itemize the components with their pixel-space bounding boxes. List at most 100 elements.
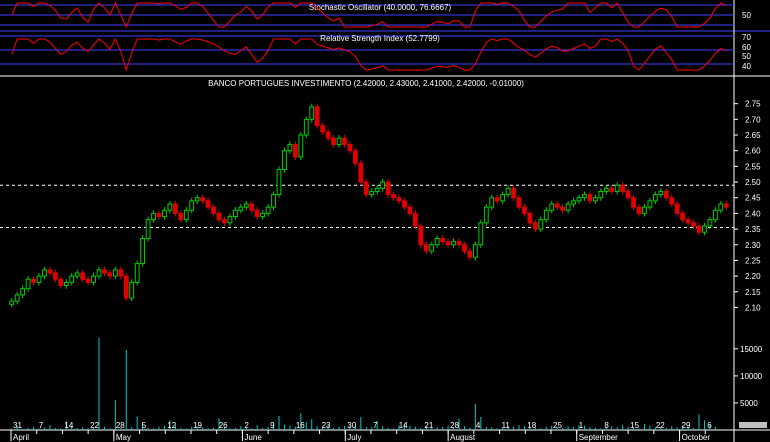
candle-up [571,200,576,205]
candle-up [336,137,342,145]
candle-down [156,212,162,218]
candle-down [363,181,369,196]
candle-down [418,225,424,246]
candle-up [194,197,200,202]
candle-up [434,237,440,246]
candle-down [107,272,113,277]
candle-down [52,272,58,280]
candle-down [325,131,331,139]
candle-down [352,150,358,164]
price-tick-label: 2.30 [745,241,761,250]
candle-up [549,203,555,211]
candle-down [118,269,124,277]
x-month-label: October [682,433,711,442]
candle-up [112,269,118,277]
candle-down [445,241,451,246]
price-tick-label: 2.60 [745,147,761,156]
x-month-label: June [244,433,262,442]
volume-tick-label: 5000 [740,399,758,408]
candle-up [543,209,549,221]
candle-down [31,278,36,283]
price-tick-label: 2.70 [745,115,761,124]
x-tick-label: 26 [219,421,228,430]
x-tick-label: 6 [707,421,712,430]
candle-up [472,244,478,258]
candle-down [396,197,402,202]
x-tick-label: 1 [579,421,584,430]
candle-down [216,212,222,221]
candle-up [303,118,309,136]
x-tick-label: 2 [244,421,249,430]
candle-down [205,200,211,208]
candle-up [374,187,380,192]
candle-down [342,137,347,145]
candle-up [576,197,582,202]
x-month-label: July [347,433,361,442]
candle-down [440,237,446,243]
candle-down [320,125,326,133]
candle-up [582,194,587,199]
candle-up [25,278,31,290]
candle-down [178,212,184,221]
candle-down [314,106,320,127]
candle-down [674,203,680,214]
candle-down [663,190,669,199]
stock-chart: Stochastic Oscillator (40.0000, 76.6667)… [0,0,770,442]
candle-down [462,244,467,252]
candle-down [527,212,533,224]
price-tick-label: 2.35 [745,225,761,234]
x-tick-label: 19 [193,421,202,430]
candle-up [134,263,140,283]
volume-tick-label: 10000 [740,372,763,381]
price-tick-label: 2.45 [745,194,761,203]
candle-down [532,222,538,230]
x-tick-label: 22 [90,421,99,430]
candle-down [80,272,86,280]
candle-down [123,275,129,299]
candle-up [298,134,304,158]
candle-up [647,200,653,208]
candle-up [478,222,484,246]
candle-up [287,143,293,152]
x-tick-label: 23 [322,421,331,430]
candle-up [565,203,571,211]
candle-down [331,137,336,145]
chart-window: Stochastic Oscillator (40.0000, 76.6667)… [0,0,770,442]
candle-down [554,203,560,208]
candle-up [652,194,658,202]
candle-up [603,187,609,192]
candle-down [85,278,91,283]
candle-up [598,190,604,199]
candle-down [222,219,227,224]
price-title: BANCO PORTUGUES INVESTIMENTO (2.42000, 2… [208,79,524,88]
candle-down [211,206,216,214]
x-tick-label: 5 [142,421,147,430]
candle-up [538,219,544,230]
x-month-label: September [579,433,618,442]
candle-down [172,203,178,214]
candle-down [625,190,631,199]
candle-down [696,225,702,233]
candle-down [680,212,686,221]
candle-up [243,203,249,208]
candle-up [42,269,47,277]
candle-up [145,219,151,239]
candle-down [723,203,729,208]
candle-up [189,200,195,211]
candle-up [614,184,620,192]
candle-down [402,200,407,208]
candle-down [385,181,391,196]
candle-up [140,237,146,265]
candle-down [358,162,364,183]
x-tick-label: 29 [682,421,691,430]
x-tick-label: 9 [270,421,275,430]
candle-up [592,197,598,202]
candle-up [658,190,664,196]
candle-down [467,250,473,258]
candle-down [347,143,353,152]
candle-up [483,206,489,224]
candle-up [451,241,456,246]
candle-up [505,187,511,196]
candle-down [47,269,53,274]
rsi-tick: 40 [742,62,751,71]
